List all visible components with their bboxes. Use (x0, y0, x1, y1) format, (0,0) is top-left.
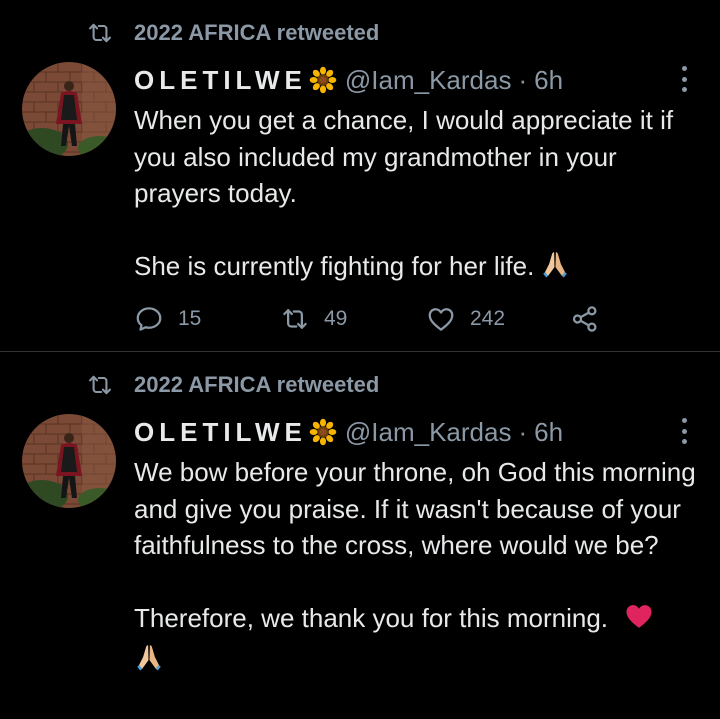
tweet-paragraph: We bow before your throne, oh God this m… (134, 457, 696, 560)
timestamp[interactable]: 6h (534, 65, 563, 96)
like-count: 242 (470, 307, 506, 330)
retweet-icon (280, 304, 310, 334)
retweet-context: 2022 AFRICA retweeted (86, 18, 379, 48)
retweet-count: 49 (324, 307, 348, 330)
retweeted-by-label: 2022 AFRICA retweeted (134, 20, 380, 45)
like-icon (426, 304, 456, 334)
action-bar: 15 49 242 (134, 302, 614, 336)
avatar[interactable] (22, 62, 116, 156)
folded-hands-icon (134, 642, 164, 682)
user-handle[interactable]: @Iam_Kardas (345, 417, 512, 448)
share-icon (570, 304, 600, 334)
tweet-text: We bow before your throne, oh God this m… (134, 454, 704, 681)
sunflower-icon (309, 418, 337, 446)
tweet-paragraph: She is currently fighting for her life. (134, 248, 704, 289)
sunflower-icon (309, 66, 337, 94)
tweet[interactable]: 2022 AFRICA retweeted OLETILWE @Iam_Kard… (0, 0, 720, 352)
avatar[interactable] (22, 414, 116, 508)
tweet-paragraph: Therefore, we thank you for this morning… (134, 600, 704, 681)
retweet-icon (86, 371, 114, 399)
folded-hands-icon (540, 249, 570, 289)
reply-icon (134, 304, 164, 334)
retweet-icon (86, 19, 114, 47)
separator-dot: · (518, 416, 528, 447)
display-name[interactable]: OLETILWE (134, 65, 307, 96)
reply-button[interactable]: 15 (134, 302, 201, 336)
user-handle[interactable]: @Iam_Kardas (345, 65, 512, 96)
retweet-context: 2022 AFRICA retweeted (86, 370, 379, 400)
like-button[interactable]: 242 (426, 302, 505, 336)
more-icon[interactable] (674, 416, 694, 446)
share-button[interactable] (570, 302, 614, 336)
retweeted-by-label: 2022 AFRICA retweeted (134, 372, 380, 397)
tweet-header: OLETILWE @Iam_Kardas · 6h (134, 62, 563, 98)
more-icon[interactable] (674, 64, 694, 94)
tweet-text: When you get a chance, I would appreciat… (134, 102, 704, 289)
red-heart-icon (624, 601, 654, 641)
tweet-header: OLETILWE @Iam_Kardas · 6h (134, 414, 563, 450)
retweet-button[interactable]: 49 (280, 302, 347, 336)
timestamp[interactable]: 6h (534, 417, 563, 448)
display-name[interactable]: OLETILWE (134, 417, 307, 448)
separator-dot: · (518, 64, 528, 95)
reply-count: 15 (178, 307, 202, 330)
tweet[interactable]: 2022 AFRICA retweeted OLETILWE @Iam_Kard… (0, 352, 720, 719)
tweet-paragraph: When you get a chance, I would appreciat… (134, 105, 674, 208)
